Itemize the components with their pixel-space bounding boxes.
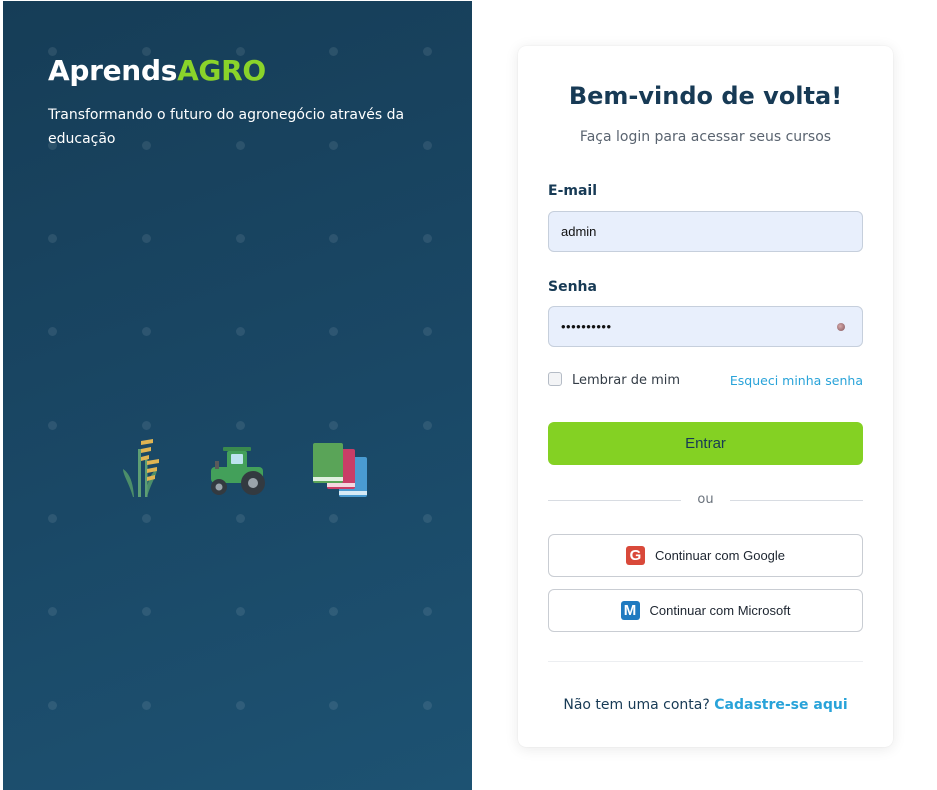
pattern-dot (48, 701, 57, 710)
google-login-label: Continuar com Google (654, 548, 786, 563)
google-icon: G (625, 546, 645, 565)
pattern-dot (48, 514, 57, 523)
password-value: •••••••••• (561, 319, 612, 334)
footer-divider (548, 661, 863, 662)
wheat-icon (123, 439, 159, 497)
brand-logo: AprendsAGRO (48, 54, 266, 87)
pattern-dot (329, 234, 338, 243)
pattern-dot (48, 421, 57, 430)
pattern-dot (423, 701, 432, 710)
signup-link[interactable]: Cadastre-se aqui (714, 697, 847, 713)
pattern-dot (236, 607, 245, 616)
pattern-dot (423, 47, 432, 56)
signup-row: Não tem uma conta? Cadastre-se aqui (518, 697, 893, 713)
pattern-dot (236, 421, 245, 430)
email-value: admin (561, 224, 597, 239)
signup-prompt: Não tem uma conta? (563, 697, 710, 713)
pattern-dot (423, 421, 432, 430)
microsoft-login-label: Continuar com Microsoft (649, 603, 791, 618)
pattern-dot (423, 607, 432, 616)
pattern-dot (329, 421, 338, 430)
remember-label: Lembrar de mim (572, 373, 681, 388)
microsoft-icon: M (620, 601, 640, 620)
pattern-dot (423, 234, 432, 243)
pattern-dot (142, 234, 151, 243)
remember-checkbox[interactable] (548, 372, 562, 386)
hero-panel: AprendsAGRO Transformando o futuro do ag… (3, 1, 472, 790)
pattern-dot (48, 327, 57, 336)
pattern-dot (236, 701, 245, 710)
pattern-dot (329, 701, 338, 710)
pattern-dot (329, 47, 338, 56)
pattern-dot (329, 514, 338, 523)
login-button[interactable]: Entrar (548, 422, 863, 465)
pattern-dot (423, 514, 432, 523)
password-label: Senha (548, 279, 597, 295)
pattern-dot (142, 701, 151, 710)
pattern-dot (142, 421, 151, 430)
microsoft-login-button[interactable]: M Continuar com Microsoft (548, 589, 863, 632)
divider-right (730, 500, 863, 501)
pattern-dot (142, 514, 151, 523)
pattern-dot (142, 607, 151, 616)
pattern-dot (329, 607, 338, 616)
email-field[interactable]: admin (548, 211, 863, 252)
forgot-password-link[interactable]: Esqueci minha senha (730, 373, 863, 388)
login-subtitle: Faça login para acessar seus cursos (579, 129, 832, 145)
brand-name-accent: AGRO (177, 54, 266, 87)
login-title: Bem-vindo de volta! (568, 82, 843, 110)
pattern-dot (423, 327, 432, 336)
brand-name-main: Aprends (48, 54, 178, 87)
show-password-icon[interactable] (837, 323, 845, 331)
password-field[interactable]: •••••••••• (548, 306, 863, 347)
google-login-button[interactable]: G Continuar com Google (548, 534, 863, 577)
books-icon (313, 443, 367, 497)
pattern-dot (329, 327, 338, 336)
pattern-dot (236, 234, 245, 243)
tractor-icon (211, 447, 265, 495)
email-label: E-mail (548, 183, 598, 199)
login-card: Bem-vindo de volta! Faça login para aces… (518, 46, 893, 747)
hero-tagline: Transformando o futuro do agronegócio at… (48, 107, 405, 147)
pattern-dot (142, 327, 151, 336)
pattern-dot (236, 514, 245, 523)
pattern-dot (236, 327, 245, 336)
hero-illustrations (113, 433, 393, 503)
pattern-dot (48, 234, 57, 243)
pattern-dot (48, 607, 57, 616)
